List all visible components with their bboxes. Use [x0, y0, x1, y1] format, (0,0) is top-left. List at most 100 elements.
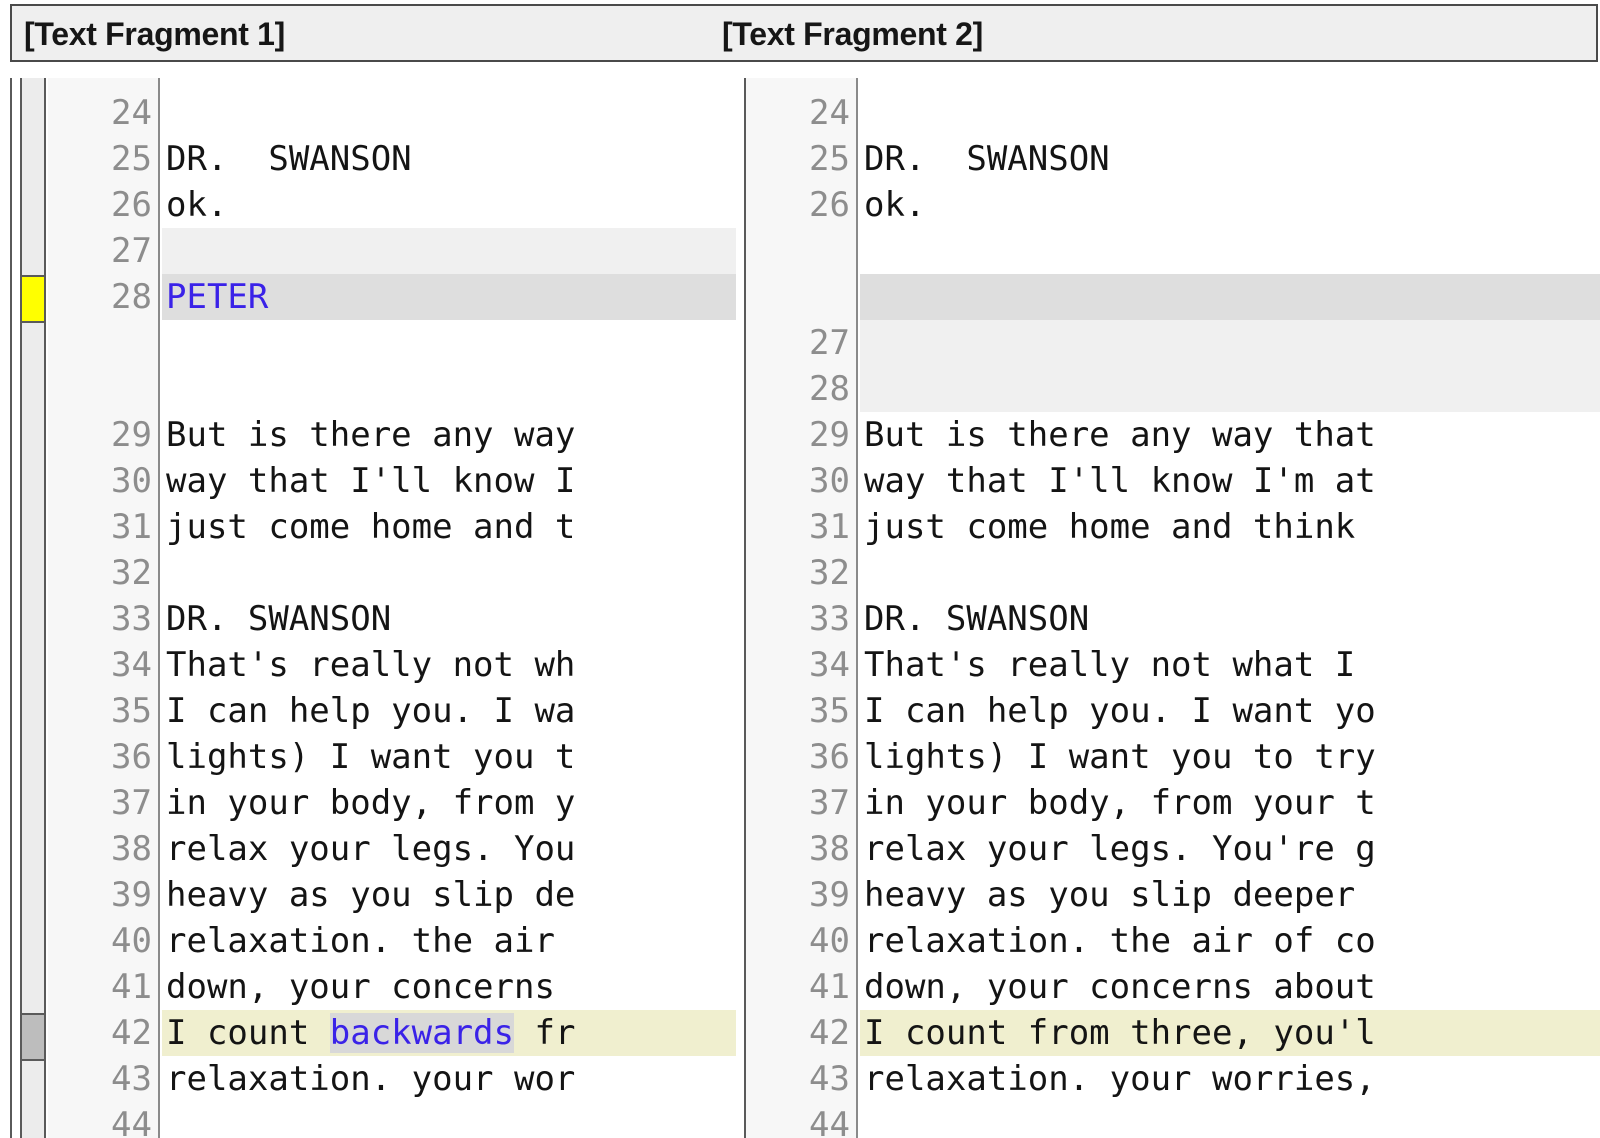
diff-row[interactable]	[860, 90, 1600, 136]
diff-row[interactable]	[162, 320, 736, 366]
diff-row[interactable]: relax your legs. You're g	[860, 826, 1600, 872]
diff-row[interactable]	[162, 228, 736, 274]
plain-text: DR. SWANSON	[864, 139, 1110, 179]
diff-row-text: That's really not what I	[860, 642, 1355, 688]
plain-text: heavy as you slip deeper	[864, 875, 1356, 915]
line-number: 36	[809, 737, 850, 777]
diff-row[interactable]: lights) I want you to try	[860, 734, 1600, 780]
plain-text: way that I'll know I	[166, 461, 576, 501]
diff-row[interactable]: way that I'll know I	[162, 458, 736, 504]
line-number: 44	[809, 1105, 850, 1138]
diff-row[interactable]: just come home and t	[162, 504, 736, 550]
left-diff-pane[interactable]: 24 25 26 27 28 29 30 31 32 33 34 35 36 37 38 39 40 41 42 43…	[10, 78, 736, 1138]
right-diff-pane[interactable]: 24 25 26 27 28 29 30 31 32 33 34 35 36 37 38 39 40 41 42 43…	[744, 78, 1600, 1138]
diff-row[interactable]: down, your concerns	[162, 964, 736, 1010]
diff-row-text: relaxation. the air of co	[860, 918, 1376, 964]
line-number: 38	[111, 829, 152, 869]
diff-row[interactable]: But is there any way	[162, 412, 736, 458]
diff-row-text: lights) I want you to try	[860, 734, 1376, 780]
line-number: 41	[111, 967, 152, 1007]
diff-row[interactable]: relaxation. the air of co	[860, 918, 1600, 964]
diff-row[interactable]	[162, 90, 736, 136]
left-text-column[interactable]: DR. SWANSON ok. PETER But is there any way w…	[162, 78, 736, 1138]
diff-row[interactable]	[860, 1102, 1600, 1138]
diff-row[interactable]: DR. SWANSON	[860, 136, 1600, 182]
diff-row-text: DR. SWANSON	[162, 596, 391, 642]
line-number: 25	[809, 139, 850, 179]
diff-row-text: heavy as you slip de	[162, 872, 575, 918]
diff-row[interactable]: DR. SWANSON	[162, 596, 736, 642]
diff-row[interactable]: relax your legs. You	[162, 826, 736, 872]
line-number: 25	[111, 139, 152, 179]
diff-row-text: ok.	[162, 182, 227, 228]
diff-row[interactable]: I can help you. I wa	[162, 688, 736, 734]
diff-row[interactable]: ok.	[860, 182, 1600, 228]
line-number: 42	[809, 1013, 850, 1053]
diff-row-text: That's really not wh	[162, 642, 575, 688]
plain-text: down, your concerns about	[864, 967, 1376, 1007]
plain-text: That's really not what I	[864, 645, 1356, 685]
diff-row[interactable]	[162, 1102, 736, 1138]
diff-row[interactable]: I can help you. I want yo	[860, 688, 1600, 734]
left-change-marker-grey[interactable]	[22, 1013, 44, 1061]
diff-row-text: heavy as you slip deeper	[860, 872, 1355, 918]
diff-row-text: relax your legs. You're g	[860, 826, 1376, 872]
diff-row[interactable]: I count backwards fr	[162, 1010, 736, 1056]
diff-row[interactable]: in your body, from your t	[860, 780, 1600, 826]
diff-row[interactable]	[860, 550, 1600, 596]
left-change-marker-yellow[interactable]	[22, 275, 44, 323]
diff-row-text: relax your legs. You	[162, 826, 575, 872]
diff-row-text: relaxation. the air	[162, 918, 555, 964]
right-text-column[interactable]: DR. SWANSON ok. But is there any way that w…	[860, 78, 1600, 1138]
line-number: 30	[809, 461, 850, 501]
plain-text: But is there any way	[166, 415, 576, 455]
diff-row[interactable]: That's really not wh	[162, 642, 736, 688]
diff-row[interactable]	[162, 550, 736, 596]
diff-row[interactable]	[860, 274, 1600, 320]
diff-row[interactable]: DR. SWANSON	[860, 596, 1600, 642]
diff-row[interactable]	[162, 366, 736, 412]
diff-row[interactable]: PETER	[162, 274, 736, 320]
diff-row[interactable]: lights) I want you t	[162, 734, 736, 780]
line-number: 31	[809, 507, 850, 547]
diff-row-text: I can help you. I wa	[162, 688, 575, 734]
plain-text: just come home and think	[864, 507, 1356, 547]
diff-row[interactable]	[860, 320, 1600, 366]
diff-row-text: I count from three, you'l	[860, 1010, 1376, 1056]
plain-text: I count	[166, 1013, 330, 1053]
diff-row[interactable]: relaxation. your wor	[162, 1056, 736, 1102]
line-number: 40	[111, 921, 152, 961]
diff-row-text: just come home and t	[162, 504, 575, 550]
plain-text: ok.	[166, 185, 228, 225]
plain-text: relaxation. the air of co	[864, 921, 1376, 961]
diff-row[interactable]: in your body, from y	[162, 780, 736, 826]
line-number: 27	[809, 323, 850, 363]
diff-row-text: I count backwards fr	[162, 1010, 575, 1056]
diff-row[interactable]: ok.	[162, 182, 736, 228]
diff-row[interactable]: relaxation. your worries,	[860, 1056, 1600, 1102]
diff-row[interactable]: down, your concerns about	[860, 964, 1600, 1010]
diff-row[interactable]: I count from three, you'l	[860, 1010, 1600, 1056]
line-number: 39	[809, 875, 850, 915]
diff-row[interactable]: heavy as you slip deeper	[860, 872, 1600, 918]
diff-row[interactable]: relaxation. the air	[162, 918, 736, 964]
plain-text: way that I'll know I'm at	[864, 461, 1376, 501]
plain-text: heavy as you slip de	[166, 875, 576, 915]
diff-row[interactable]: DR. SWANSON	[162, 136, 736, 182]
plain-text: DR. SWANSON	[864, 599, 1090, 639]
line-number: 35	[111, 691, 152, 731]
diff-row[interactable]: But is there any way that	[860, 412, 1600, 458]
diff-row[interactable]: way that I'll know I'm at	[860, 458, 1600, 504]
inline-diff-highlight: backwards	[329, 1013, 514, 1053]
diff-row[interactable]	[860, 366, 1600, 412]
changed-text: PETER	[166, 277, 269, 317]
plain-text: lights) I want you to try	[864, 737, 1376, 777]
plain-text: relax your legs. You	[166, 829, 576, 869]
diff-row[interactable]: That's really not what I	[860, 642, 1600, 688]
diff-row-text: DR. SWANSON	[162, 136, 412, 182]
line-number: 28	[111, 277, 152, 317]
diff-row[interactable]	[860, 228, 1600, 274]
diff-row[interactable]: heavy as you slip de	[162, 872, 736, 918]
left-change-marker-strip[interactable]	[20, 78, 46, 1138]
diff-row[interactable]: just come home and think	[860, 504, 1600, 550]
